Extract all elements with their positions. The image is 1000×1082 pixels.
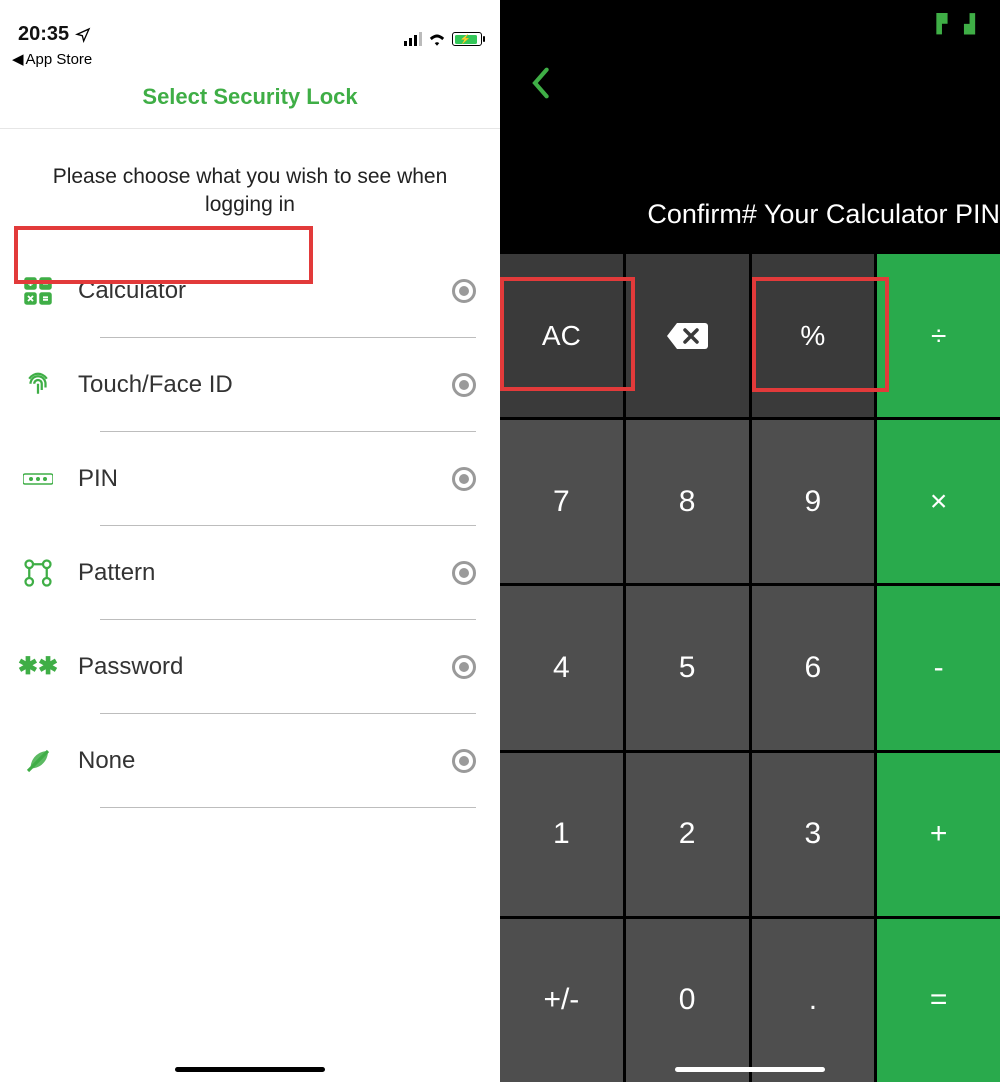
key-2[interactable]: 2 — [626, 753, 749, 916]
back-button[interactable] — [530, 66, 550, 109]
pin-dots-icon — [20, 472, 56, 486]
backspace-icon — [665, 321, 709, 351]
radio-icon — [452, 655, 476, 679]
option-label: Touch/Face ID — [56, 371, 452, 399]
option-pattern[interactable]: Pattern — [20, 526, 476, 620]
option-touch-face-id[interactable]: Touch/Face ID — [20, 338, 476, 432]
asterisks-icon: ✱✱ — [20, 652, 56, 681]
radio-icon — [452, 561, 476, 585]
calculator-keypad: AC % ÷ 7 8 9 × 4 5 6 - 1 2 3 + +/- 0 . = — [500, 254, 1000, 1082]
key-divide[interactable]: ÷ — [877, 254, 1000, 417]
chevron-left-icon — [530, 66, 550, 100]
key-6[interactable]: 6 — [752, 586, 875, 749]
key-3[interactable]: 3 — [752, 753, 875, 916]
key-ac[interactable]: AC — [500, 254, 623, 417]
home-indicator[interactable] — [175, 1067, 325, 1072]
fingerprint-icon — [20, 370, 56, 400]
key-backspace[interactable] — [626, 254, 749, 417]
calculator-icon — [20, 276, 56, 306]
lock-options-list: Calculator Touch/Face ID PIN — [0, 244, 500, 808]
option-label: Password — [56, 653, 452, 681]
back-app-label: App Store — [26, 51, 93, 68]
battery-bracket-icon: ▛ ▟ — [936, 14, 978, 35]
calculator-pin-screen: ▛ ▟ Confirm# Your Calculator PIN AC % ÷ … — [500, 0, 1000, 1082]
back-to-app-link[interactable]: ◀ App Store — [0, 48, 500, 74]
key-7[interactable]: 7 — [500, 420, 623, 583]
page-title: Select Security Lock — [0, 74, 500, 128]
select-lock-screen: 20:35 ⚡ ◀ App Store Select Security Lock… — [0, 0, 500, 1082]
radio-icon — [452, 467, 476, 491]
option-pin[interactable]: PIN — [20, 432, 476, 526]
key-equals[interactable]: = — [877, 919, 1000, 1082]
confirm-pin-title: Confirm# Your Calculator PIN — [647, 199, 1000, 230]
radio-icon — [452, 279, 476, 303]
option-label: PIN — [56, 465, 452, 493]
option-label: Calculator — [56, 277, 452, 305]
key-plus-minus[interactable]: +/- — [500, 919, 623, 1082]
wifi-icon — [428, 32, 446, 46]
status-bar: 20:35 ⚡ — [0, 0, 500, 48]
pattern-icon — [20, 558, 56, 588]
option-none[interactable]: None — [20, 714, 476, 808]
key-4[interactable]: 4 — [500, 586, 623, 749]
key-subtract[interactable]: - — [877, 586, 1000, 749]
key-decimal[interactable]: . — [752, 919, 875, 1082]
home-indicator[interactable] — [675, 1067, 825, 1072]
key-5[interactable]: 5 — [626, 586, 749, 749]
cellular-icon — [404, 32, 423, 46]
location-icon — [75, 27, 91, 43]
none-leaf-icon — [20, 746, 56, 776]
back-caret-icon: ◀ — [12, 50, 24, 68]
key-multiply[interactable]: × — [877, 420, 1000, 583]
option-label: Pattern — [56, 559, 452, 587]
radio-icon — [452, 749, 476, 773]
status-time: 20:35 — [18, 23, 69, 46]
option-calculator[interactable]: Calculator — [20, 244, 476, 338]
battery-icon: ⚡ — [452, 32, 482, 46]
option-password[interactable]: ✱✱ Password — [20, 620, 476, 714]
prompt-text: Please choose what you wish to see when … — [0, 129, 500, 244]
radio-icon — [452, 373, 476, 397]
key-add[interactable]: + — [877, 753, 1000, 916]
option-label: None — [56, 747, 452, 775]
key-percent[interactable]: % — [752, 254, 875, 417]
key-0[interactable]: 0 — [626, 919, 749, 1082]
key-1[interactable]: 1 — [500, 753, 623, 916]
key-9[interactable]: 9 — [752, 420, 875, 583]
key-8[interactable]: 8 — [626, 420, 749, 583]
status-bar: ▛ ▟ — [500, 0, 1000, 48]
